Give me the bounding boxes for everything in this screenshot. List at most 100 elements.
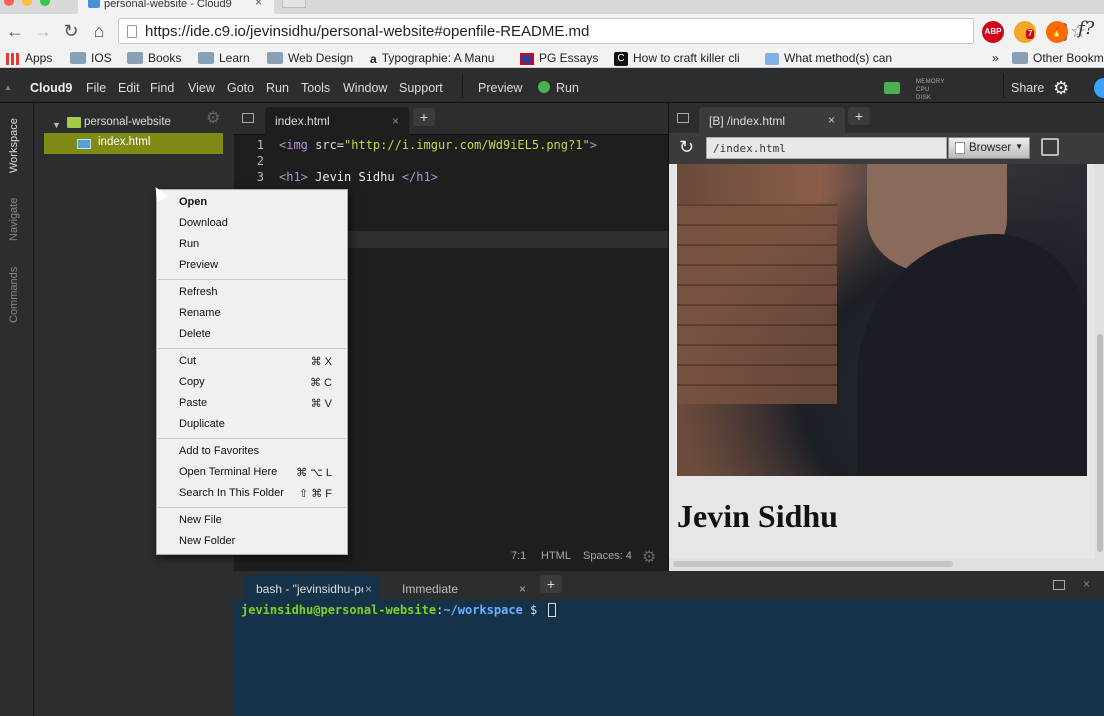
share-button[interactable]: Share: [1011, 68, 1044, 103]
url-input[interactable]: [145, 22, 905, 40]
tree-root-folder[interactable]: personal-website: [84, 116, 171, 128]
tab-commands[interactable]: Commands: [8, 267, 20, 323]
bookmark-learn[interactable]: Learn: [198, 50, 250, 66]
collapse-arrow-icon[interactable]: ▲: [4, 83, 12, 92]
preferences-gear-icon[interactable]: ⚙: [1053, 78, 1069, 99]
preview-tab[interactable]: [B] /index.html ×: [699, 107, 845, 133]
bookmark-ios[interactable]: IOS: [70, 50, 112, 66]
browser-tab-active[interactable]: personal-website - Cloud9 ×: [78, 0, 274, 14]
tab-navigate[interactable]: Navigate: [8, 198, 20, 241]
ctx-new-file[interactable]: New File: [179, 514, 222, 526]
code-line-3[interactable]: <h1> Jevin Sidhu </h1>: [279, 170, 438, 184]
menu-file[interactable]: File: [86, 68, 106, 103]
syntax-mode[interactable]: HTML: [541, 550, 571, 562]
menu-run[interactable]: Run: [266, 68, 289, 103]
browser-tab-close-icon[interactable]: ×: [255, 0, 262, 8]
editor-tab-close-icon[interactable]: ×: [392, 114, 399, 128]
tab-workspace[interactable]: Workspace: [8, 118, 20, 173]
ctx-preview[interactable]: Preview: [179, 259, 218, 271]
menu-edit[interactable]: Edit: [118, 68, 140, 103]
terminal-tab-close-icon[interactable]: ×: [362, 582, 372, 596]
bookmark-other[interactable]: Other Bookm: [1012, 50, 1104, 66]
preview-new-tab-button[interactable]: +: [848, 107, 870, 125]
avatar[interactable]: [1094, 78, 1104, 98]
tree-item-index-html[interactable]: index.html: [44, 133, 223, 154]
ctx-add-favorites[interactable]: Add to Favorites: [179, 445, 259, 457]
preview-horizontal-scrollbar[interactable]: [669, 558, 1104, 571]
preview-url-input[interactable]: [706, 137, 947, 159]
preview-reload-icon[interactable]: ↻: [679, 137, 694, 158]
ctx-open[interactable]: Open: [179, 196, 207, 208]
ctx-cut[interactable]: Cut: [179, 355, 196, 367]
window-minimize-button[interactable]: [22, 0, 32, 6]
ctx-duplicate[interactable]: Duplicate: [179, 418, 225, 430]
editor-new-tab-button[interactable]: +: [413, 108, 435, 126]
window-zoom-button[interactable]: [40, 0, 50, 6]
menu-support[interactable]: Support: [399, 68, 443, 103]
disk-meter[interactable]: DISK: [916, 95, 931, 101]
ctx-copy[interactable]: Copy: [179, 376, 205, 388]
reload-icon[interactable]: ↻: [60, 20, 82, 42]
memory-meter[interactable]: MEMORY: [916, 79, 945, 85]
page-info-icon[interactable]: [127, 25, 137, 38]
bookmark-pg-essays[interactable]: PG Essays: [520, 50, 598, 66]
folder-expand-arrow-icon[interactable]: ▼: [52, 120, 61, 130]
ctx-run[interactable]: Run: [179, 238, 199, 250]
bookmark-books[interactable]: Books: [127, 50, 181, 66]
preview-tab-close-icon[interactable]: ×: [828, 113, 835, 127]
terminal-prompt-line[interactable]: jevinsidhu@personal-website:~/workspace …: [241, 603, 557, 617]
indent-setting[interactable]: Spaces: 4: [583, 550, 632, 562]
bookmark-what-method[interactable]: What method(s) can: [765, 50, 897, 66]
extension-badge-icon[interactable]: 7: [1014, 21, 1036, 43]
window-close-button[interactable]: [4, 0, 14, 6]
scrollbar-thumb[interactable]: [1097, 334, 1103, 552]
ctx-rename[interactable]: Rename: [179, 307, 221, 319]
bookmark-craft-killer[interactable]: C How to craft killer cli: [614, 50, 750, 66]
panel-toggle-icon[interactable]: [677, 113, 689, 123]
ctx-new-folder[interactable]: New Folder: [179, 535, 235, 547]
back-arrow-icon[interactable]: ←: [4, 20, 26, 42]
panel-toggle-icon[interactable]: [242, 113, 254, 123]
terminal-new-tab-button[interactable]: +: [540, 575, 562, 593]
ctx-download[interactable]: Download: [179, 217, 228, 229]
preview-button[interactable]: Preview: [478, 68, 522, 103]
code-line-1[interactable]: <img src="http://i.imgur.com/Wd9iEL5.png…: [279, 138, 597, 152]
menu-view[interactable]: View: [188, 68, 215, 103]
preview-browser-dropdown[interactable]: Browser ▼: [948, 137, 1030, 159]
ctx-paste[interactable]: Paste: [179, 397, 207, 409]
tree-settings-gear-icon[interactable]: ⚙: [206, 108, 220, 128]
menu-goto[interactable]: Goto: [227, 68, 254, 103]
close-panel-icon[interactable]: ×: [1083, 577, 1090, 591]
cloud9-brand[interactable]: Cloud9: [30, 68, 72, 103]
ctx-open-terminal[interactable]: Open Terminal Here: [179, 466, 277, 478]
terminal-tab-bash[interactable]: bash - "jevinsidhu-pe ×: [244, 575, 380, 600]
editor-tab-index-html[interactable]: index.html ×: [265, 107, 409, 135]
fx-extension-icon[interactable]: f?: [1078, 18, 1094, 39]
browser-new-tab-button[interactable]: [282, 0, 306, 8]
bookmark-web-design[interactable]: Web Design: [267, 50, 353, 66]
editor-settings-gear-icon[interactable]: ⚙: [642, 547, 656, 567]
menu-find[interactable]: Find: [150, 68, 174, 103]
cpu-meter[interactable]: CPU: [916, 87, 930, 93]
bookmark-apps[interactable]: Apps: [6, 50, 52, 66]
menu-tools[interactable]: Tools: [301, 68, 330, 103]
terminal-tab-immediate[interactable]: Immediate ×: [390, 575, 534, 600]
scrollbar-thumb[interactable]: [673, 561, 953, 567]
popout-window-icon[interactable]: [1041, 138, 1059, 156]
preview-vertical-scrollbar[interactable]: [1095, 164, 1104, 558]
fire-extension-icon[interactable]: 🔥: [1046, 21, 1068, 43]
maximize-panel-icon[interactable]: [1053, 580, 1065, 590]
forward-arrow-icon[interactable]: →: [32, 20, 54, 42]
run-button[interactable]: Run: [538, 68, 579, 103]
menu-window[interactable]: Window: [343, 68, 387, 103]
adblock-extension-icon[interactable]: ABP: [982, 21, 1004, 43]
home-icon[interactable]: ⌂: [88, 20, 110, 42]
terminal-tab-close-icon[interactable]: ×: [519, 582, 526, 596]
bookmarks-overflow-chevron[interactable]: »: [992, 50, 999, 66]
cursor-position[interactable]: 7:1: [511, 550, 526, 562]
bookmark-typographie[interactable]: a Typographie: A Manu: [370, 50, 494, 66]
ctx-search-folder[interactable]: Search In This Folder: [179, 487, 284, 499]
ctx-delete[interactable]: Delete: [179, 328, 211, 340]
address-bar[interactable]: B ☆: [118, 18, 1086, 44]
ctx-refresh[interactable]: Refresh: [179, 286, 218, 298]
